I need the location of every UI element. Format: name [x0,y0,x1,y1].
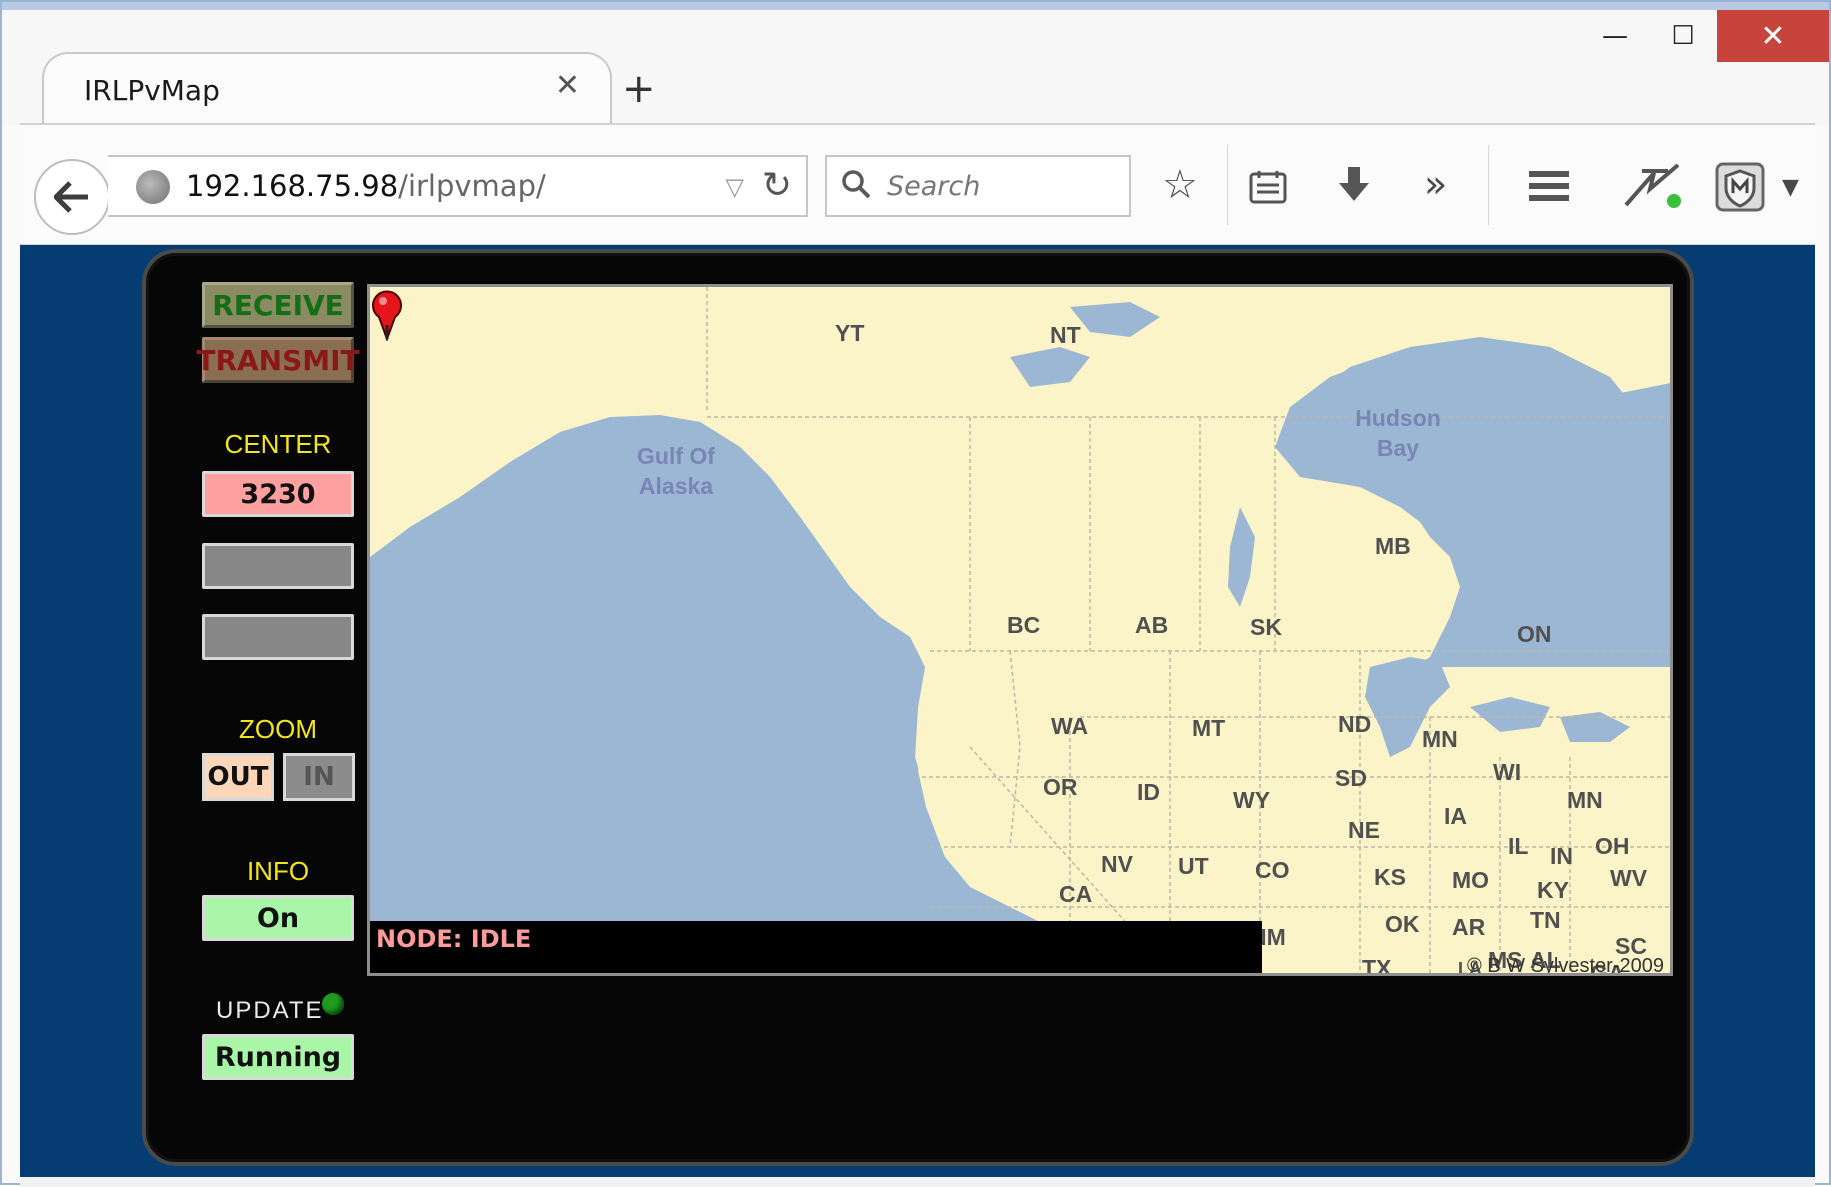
back-button[interactable] [34,159,110,235]
toolbar-separator [1227,145,1228,225]
map-label-ks: KS [1374,864,1406,890]
maximize-button[interactable]: ☐ [1649,10,1717,62]
update-indicator-icon [322,993,344,1015]
map-label-oh: OH [1595,833,1630,859]
reading-list-icon[interactable] [1248,169,1288,205]
water-label-line: Hudson [1355,405,1441,431]
map-label-ab: AB [1135,612,1169,638]
map-label-yt: YT [835,320,865,346]
map-label-ok: OK [1385,911,1420,937]
info-toggle[interactable]: On [202,895,354,941]
shield-dropdown-icon[interactable]: ▼ [1782,177,1799,199]
map-label-bc: BC [1007,612,1041,638]
map-label-tn: TN [1530,907,1561,933]
update-label-row: UPDATE [216,993,366,1027]
map-label-co: CO [1255,857,1290,883]
toolbar-separator [1488,145,1489,225]
globe-icon [136,170,170,204]
url-host: 192.168.75.98 [186,169,399,203]
new-tab-button[interactable]: + [622,66,656,112]
dropdown-icon[interactable]: ▽ [726,173,744,201]
shield-icon[interactable] [1714,161,1766,213]
minimize-button[interactable]: — [1581,10,1649,62]
empty-field-2[interactable] [202,614,354,660]
back-arrow-icon [54,181,88,213]
browser-bottom-edge [20,1177,1815,1187]
map-label-ca: CA [1059,881,1093,907]
empty-field-1[interactable] [202,543,354,589]
node-status-bar: NODE: IDLE [370,921,1262,973]
map-label-ne: NE [1348,817,1380,843]
map-label-ky: KY [1537,877,1569,903]
map-label-mb: MB [1375,533,1411,559]
page-content: RECEIVE TRANSMIT CENTER 3230 ZOOM OUT IN… [20,245,1815,1177]
search-input[interactable]: Search [825,155,1131,217]
download-icon[interactable] [1336,165,1372,205]
map-label-ar: AR [1452,914,1486,940]
map-label-wi: WI [1493,759,1522,785]
url-path: /irlpvmap/ [398,169,546,203]
map-label-nv: NV [1101,851,1133,877]
map-label-sd: SD [1335,765,1367,791]
zoom-out-button[interactable]: OUT [202,753,274,801]
map-label-ut: UT [1178,853,1209,879]
menu-icon[interactable] [1528,169,1570,203]
map-label-tx: TX [1362,955,1392,976]
tab-irlpvmap[interactable]: IRLPvMap ✕ [42,52,612,132]
map-label-wv: WV [1610,865,1648,891]
close-window-button[interactable]: ✕ [1717,10,1829,62]
map-label-id: ID [1137,779,1160,805]
water-label-hudson-bay: Hudson Bay [1338,403,1458,463]
overflow-chevrons-icon[interactable]: » [1424,165,1447,203]
map-label-sk: SK [1250,614,1282,640]
reload-icon[interactable]: ↻ [762,165,792,206]
map-label-nt: NT [1050,322,1081,348]
navigation-toolbar: 192.168.75.98/irlpvmap/ ▽ ↻ Search ☆ » ▼ [20,123,1815,245]
map-label-mt: MT [1192,715,1226,741]
center-node-field[interactable]: 3230 [202,471,354,517]
node-status-text: NODE: IDLE [376,925,532,953]
receive-button[interactable]: RECEIVE [202,282,354,328]
water-label-line: Bay [1376,435,1420,461]
node-location-pin-icon[interactable] [370,287,404,341]
update-label: UPDATE [216,997,324,1024]
map-label-il: IL [1508,833,1529,859]
map-label-wy: WY [1233,787,1271,813]
tab-title: IRLPvMap [84,74,220,107]
browser-window: IRLPvMap ✕ + — ☐ ✕ 192.168.75.98/irlpvma… [0,0,1831,1187]
tab-strip: IRLPvMap ✕ + — ☐ ✕ [2,10,1829,132]
map-label-mo: MO [1452,867,1490,893]
star-icon[interactable]: ☆ [1162,165,1198,205]
map-label-mn: MN [1422,726,1458,752]
map-label-on: ON [1517,621,1552,647]
update-status-button[interactable]: Running [202,1034,354,1080]
map-label-ia: IA [1444,803,1467,829]
water-label-gulf-of-alaska: Gulf Of Alaska [616,441,736,501]
water-label-line: Alaska [638,473,714,499]
map-label-or: OR [1043,774,1078,800]
info-label: INFO [246,856,310,886]
map-label-mi: MN [1567,787,1603,813]
center-label: CENTER [224,429,332,459]
window-frame-top [2,2,1829,10]
tab-close-icon[interactable]: ✕ [555,68,580,103]
zoom-label: ZOOM [239,714,317,744]
addon-icon[interactable] [1620,161,1684,211]
url-text[interactable]: 192.168.75.98/irlpvmap/ [186,169,546,203]
map-label-in: IN [1550,843,1573,869]
map-label-wa: WA [1051,713,1089,739]
transmit-button[interactable]: TRANSMIT [196,337,360,383]
window-controls: — ☐ ✕ [1581,10,1829,62]
north-america-map[interactable]: Gulf Of Alaska Hudson Bay YT NT MB BC AB… [367,284,1673,976]
search-icon [842,170,871,199]
search-placeholder: Search [887,171,981,202]
water-label-line: Gulf Of [637,443,715,469]
url-bar[interactable]: 192.168.75.98/irlpvmap/ ▽ ↻ [108,155,808,217]
copyright-text: © B W Sylvester-2009 [1466,955,1664,976]
map-label-nd: ND [1338,711,1372,737]
zoom-in-button[interactable]: IN [283,753,355,801]
